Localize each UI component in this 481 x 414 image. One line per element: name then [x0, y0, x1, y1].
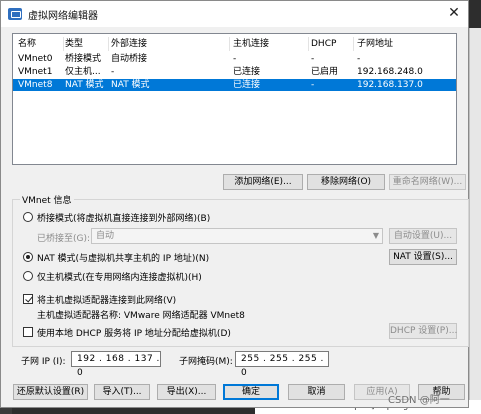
connect-adapter-label[interactable]: 将主机虚拟适配器连接到此网络(V): [37, 293, 176, 306]
column-header-dhcp[interactable]: DHCP: [311, 38, 353, 50]
cancel-button[interactable]: 取消: [288, 384, 345, 400]
column-header-subnet[interactable]: 子网地址: [357, 38, 457, 50]
cell-type: NAT 模式: [65, 80, 104, 90]
subnet-ip-input[interactable]: 192 . 168 . 137 . 0: [71, 351, 161, 378]
virtual-network-editor-dialog: 虚拟网络编辑器 ✕ 名称 类型 外部连接 主机连接 DHCP 子网地址 VMne…: [0, 0, 469, 408]
add-network-button[interactable]: 添加网络(E)...: [223, 174, 303, 190]
column-header-name[interactable]: 名称: [18, 38, 63, 50]
dhcp-settings-button[interactable]: DHCP 设置(P)...: [389, 323, 457, 339]
nat-mode-label[interactable]: NAT 模式(与虚拟机共享主机的 IP 地址)(N): [37, 251, 209, 264]
network-list[interactable]: 名称 类型 外部连接 主机连接 DHCP 子网地址 VMnet0 桥接模式 自动…: [12, 33, 457, 165]
rename-network-button[interactable]: 重命名网络(W)...: [389, 174, 466, 190]
column-divider: [63, 37, 64, 51]
cell-type: 仅主机...: [65, 67, 101, 77]
bridged-to-select[interactable]: 自动 ▼: [91, 228, 383, 244]
title-bar: 虚拟网络编辑器 ✕: [1, 1, 468, 27]
column-divider: [308, 37, 309, 51]
cell-host: 已连接: [233, 67, 261, 77]
desktop-background-right: [469, 28, 481, 414]
table-header: 名称 类型 外部连接 主机连接 DHCP 子网地址: [13, 38, 456, 50]
host-only-radio[interactable]: [23, 271, 33, 281]
bridged-to-label: 已桥接至(G):: [37, 234, 91, 244]
cell-host: -: [233, 54, 237, 64]
column-divider: [229, 37, 230, 51]
host-only-label[interactable]: 仅主机模式(在专用网络内连接虚拟机)(H): [37, 270, 202, 283]
cell-external: -: [111, 67, 115, 77]
chevron-down-icon: ▼: [372, 231, 379, 240]
export-button[interactable]: 导出(X)...: [157, 384, 216, 400]
vmnet-info-title: VMnet 信息: [20, 193, 74, 206]
bridge-mode-label[interactable]: 桥接模式(将虚拟机直接连接到外部网络)(B): [37, 211, 210, 224]
cell-name: VMnet1: [18, 67, 53, 77]
cell-dhcp: -: [311, 54, 315, 64]
csdn-watermark: CSDN @阿一: [388, 395, 450, 406]
table-row[interactable]: VMnet0 桥接模式 自动桥接 - - -: [13, 53, 456, 65]
column-header-type[interactable]: 类型: [65, 38, 111, 50]
window-title: 虚拟网络编辑器: [28, 10, 98, 22]
use-dhcp-checkbox[interactable]: [23, 327, 33, 337]
table-row-selected[interactable]: VMnet8 NAT 模式 NAT 模式 已连接 - 192.168.137.0: [13, 79, 456, 91]
connect-adapter-checkbox[interactable]: [23, 294, 33, 304]
cell-external: NAT 模式: [111, 80, 150, 90]
vmware-network-icon: [8, 8, 22, 20]
cell-subnet: -: [357, 54, 361, 64]
cell-external: 自动桥接: [111, 54, 148, 64]
cell-subnet: 192.168.137.0: [357, 80, 423, 90]
cell-host: 已连接: [233, 80, 261, 90]
import-button[interactable]: 导入(T)...: [94, 384, 150, 400]
bridge-mode-radio[interactable]: [23, 212, 33, 222]
cell-dhcp: 已启用: [311, 67, 339, 77]
close-icon[interactable]: ✕: [446, 5, 462, 21]
ok-button[interactable]: 确定: [223, 384, 279, 400]
column-divider: [353, 37, 354, 51]
subnet-mask-label: 子网掩码(M):: [179, 357, 233, 367]
column-header-external[interactable]: 外部连接: [111, 38, 229, 50]
restore-defaults-button[interactable]: 还原默认设置(R): [13, 384, 88, 400]
subnet-ip-label: 子网 IP (I):: [21, 357, 66, 367]
subnet-mask-input[interactable]: 255 . 255 . 255 . 0: [235, 351, 329, 378]
cell-name: VMnet8: [18, 80, 53, 90]
cell-dhcp: -: [311, 80, 315, 90]
column-divider: [108, 37, 109, 51]
nat-mode-radio[interactable]: [23, 252, 33, 262]
bridged-to-value: 自动: [96, 231, 115, 241]
cell-type: 桥接模式: [65, 54, 102, 64]
table-row[interactable]: VMnet1 仅主机... - 已连接 已启用 192.168.248.0: [13, 66, 456, 78]
cell-name: VMnet0: [18, 54, 53, 64]
remove-network-button[interactable]: 移除网络(O): [307, 174, 385, 190]
adapter-name-text: 主机虚拟适配器名称: VMware 网络适配器 VMnet8: [37, 311, 245, 321]
use-dhcp-label[interactable]: 使用本地 DHCP 服务将 IP 地址分配给虚拟机(D): [37, 326, 231, 339]
auto-settings-button[interactable]: 自动设置(U)...: [389, 228, 457, 244]
nat-settings-button[interactable]: NAT 设置(S)...: [389, 249, 457, 265]
cell-subnet: 192.168.248.0: [357, 67, 423, 77]
column-header-host[interactable]: 主机连接: [233, 38, 311, 50]
